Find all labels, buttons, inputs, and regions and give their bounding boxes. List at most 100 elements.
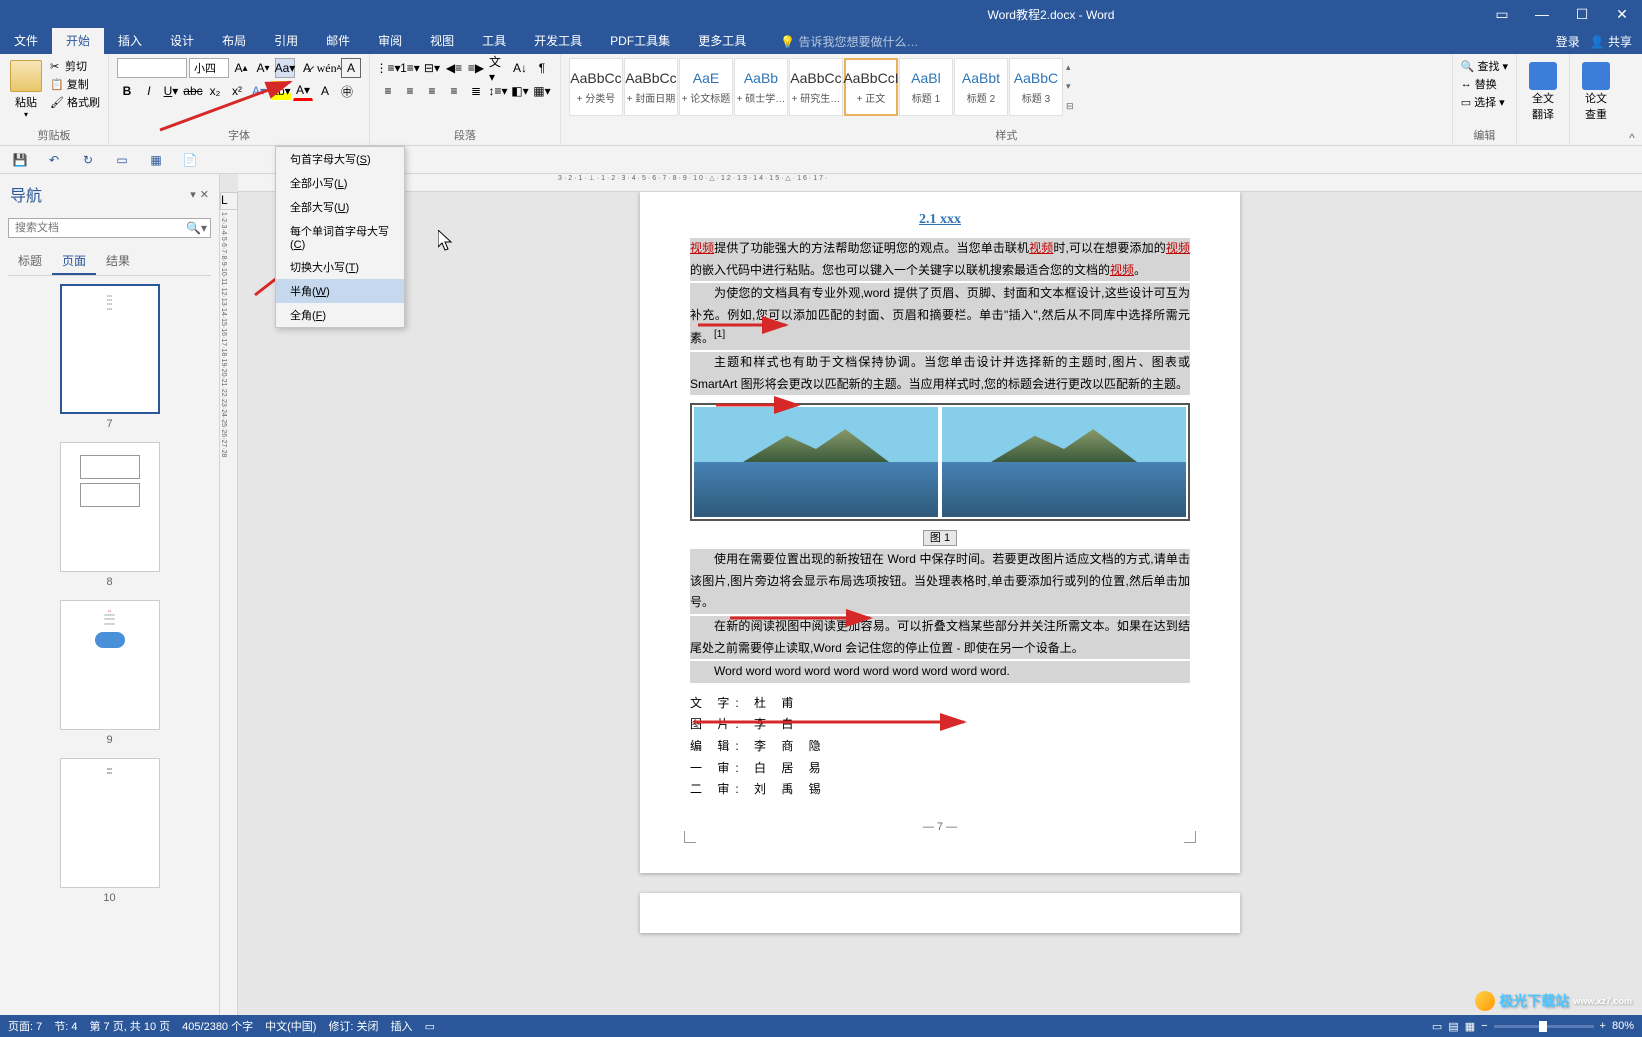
styles-down-icon[interactable]: ▾ [1066,81,1074,92]
underline-icon[interactable]: U▾ [161,81,181,101]
tab-view[interactable]: 视图 [416,28,468,54]
tab-more[interactable]: 更多工具 [684,28,760,54]
page-thumbnail[interactable]: ≡≡≡≡≡≡10 [8,758,211,904]
select-button[interactable]: ▭ 选择 ▾ [1461,94,1508,110]
asian-layout-icon[interactable]: 文▾ [488,58,508,78]
status-section[interactable]: 节: 4 [54,1018,77,1034]
paste-button[interactable]: 粘贴 ▾ [8,58,44,121]
tab-tools[interactable]: 工具 [468,28,520,54]
tab-references[interactable]: 引用 [260,28,312,54]
view-web-icon[interactable]: ▦ [1465,1020,1475,1033]
nav-tab-results[interactable]: 结果 [96,248,140,275]
login-link[interactable]: 登录 [1556,33,1580,50]
numbering-icon[interactable]: 1≡▾ [400,58,420,78]
sort-icon[interactable]: A↓ [510,58,530,78]
style-item[interactable]: AaBl标题 1 [899,58,953,116]
clear-format-icon[interactable]: A̷ [297,58,317,78]
bold-icon[interactable]: B [117,81,137,101]
menu-item-w[interactable]: 半角(W) [276,279,404,303]
zoom-out-icon[interactable]: − [1481,1020,1487,1032]
text-effects-icon[interactable]: A▾ [249,81,269,101]
style-item[interactable]: AaE+ 论文标题 [679,58,733,116]
view-print-icon[interactable]: ▤ [1448,1020,1458,1033]
style-item[interactable]: AaBbCcI+ 正文 [844,58,898,116]
increase-indent-icon[interactable]: ≡▶ [466,58,486,78]
tell-me[interactable]: 💡 告诉我您想要做什么… [780,33,918,50]
styles-more-icon[interactable]: ⊟ [1066,101,1074,112]
tab-developer[interactable]: 开发工具 [520,28,596,54]
status-revisions[interactable]: 修订: 关闭 [328,1018,378,1034]
superscript-icon[interactable]: x² [227,81,247,101]
enclose-char-icon[interactable]: ㊥ [337,81,357,101]
shrink-font-icon[interactable]: A▾ [253,58,273,78]
justify-icon[interactable]: ≡ [444,81,464,101]
zoom-level[interactable]: 80% [1612,1020,1634,1032]
align-center-icon[interactable]: ≡ [400,81,420,101]
redo-icon[interactable]: ↻ [76,148,100,172]
share-link[interactable]: 👤 共享 [1590,33,1632,50]
qat-icon-1[interactable]: ▭ [110,148,134,172]
styles-up-icon[interactable]: ▴ [1066,62,1074,73]
photo-1[interactable] [694,407,938,517]
tab-selector[interactable]: L [220,192,238,210]
shading-icon[interactable]: ◧▾ [510,81,530,101]
style-item[interactable]: AaBbCc+ 分类号 [569,58,623,116]
style-item[interactable]: AaBbC标题 3 [1009,58,1063,116]
view-read-icon[interactable]: ▭ [1432,1020,1442,1033]
show-marks-icon[interactable]: ¶ [532,58,552,78]
paper-check-button[interactable]: 论文查重 [1578,58,1614,126]
qat-icon-2[interactable]: ▦ [144,148,168,172]
font-color-icon[interactable]: A▾ [293,81,313,101]
menu-item-u[interactable]: 全部大写(U) [276,195,404,219]
page-thumbnail[interactable]: ============7 [8,284,211,430]
font-name-select[interactable] [117,58,187,78]
tab-file[interactable]: 文件 [0,28,52,54]
nav-dropdown-icon[interactable]: ▾ [190,188,196,201]
photo-2[interactable] [942,407,1186,517]
qat-icon-3[interactable]: 📄 [178,148,202,172]
subscript-icon[interactable]: x₂ [205,81,225,101]
menu-item-c[interactable]: 每个单词首字母大写(C) [276,219,404,255]
tab-insert[interactable]: 插入 [104,28,156,54]
menu-item-f[interactable]: 全角(F) [276,303,404,327]
style-item[interactable]: AaBbt标题 2 [954,58,1008,116]
cut-button[interactable]: ✂剪切 [50,58,100,74]
decrease-indent-icon[interactable]: ◀≡ [444,58,464,78]
style-item[interactable]: AaBb+ 硕士学… [734,58,788,116]
nav-tab-headings[interactable]: 标题 [8,248,52,275]
align-right-icon[interactable]: ≡ [422,81,442,101]
status-page[interactable]: 页面: 7 [8,1018,42,1034]
change-case-button[interactable]: Aa▾ [275,58,295,78]
ribbon-display-icon[interactable]: ▭ [1482,0,1522,28]
line-spacing-icon[interactable]: ↕≡▾ [488,81,508,101]
menu-item-s[interactable]: 句首字母大写(S) [276,147,404,171]
zoom-slider[interactable] [1494,1025,1594,1028]
menu-item-l[interactable]: 全部小写(L) [276,171,404,195]
minimize-icon[interactable]: — [1522,0,1562,28]
translate-button[interactable]: 全文翻译 [1525,58,1561,126]
replace-button[interactable]: ↔ 替换 [1461,76,1508,92]
save-icon[interactable]: 💾 [8,148,32,172]
style-item[interactable]: AaBbCc+ 研究生… [789,58,843,116]
highlight-icon[interactable]: ab▾ [271,81,291,101]
italic-icon[interactable]: I [139,81,159,101]
tab-mailings[interactable]: 邮件 [312,28,364,54]
char-shading-icon[interactable]: A [315,81,335,101]
tab-home[interactable]: 开始 [52,28,104,54]
style-item[interactable]: AaBbCc+ 封面日期 [624,58,678,116]
format-painter-button[interactable]: 🖌格式刷 [50,94,100,110]
tab-design[interactable]: 设计 [156,28,208,54]
nav-close-icon[interactable]: ✕ [200,188,209,201]
align-left-icon[interactable]: ≡ [378,81,398,101]
zoom-in-icon[interactable]: + [1600,1020,1606,1032]
copy-button[interactable]: 📋复制 [50,76,100,92]
status-page-of[interactable]: 第 7 页, 共 10 页 [89,1018,170,1034]
menu-item-t[interactable]: 切换大小写(T) [276,255,404,279]
search-icon[interactable]: 🔍▾ [186,221,207,235]
undo-icon[interactable]: ↶ [42,148,66,172]
status-words[interactable]: 405/2380 个字 [182,1018,253,1034]
font-size-select[interactable] [189,58,229,78]
maximize-icon[interactable]: ☐ [1562,0,1602,28]
nav-tab-pages[interactable]: 页面 [52,248,96,275]
tab-pdf[interactable]: PDF工具集 [596,28,684,54]
